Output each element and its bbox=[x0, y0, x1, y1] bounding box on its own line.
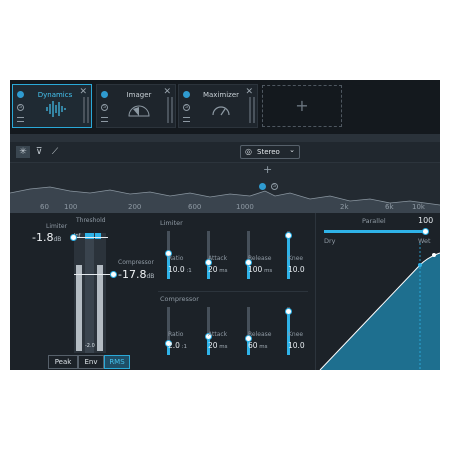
module-title: Dynamics bbox=[37, 91, 73, 99]
parallel-label: Parallel bbox=[362, 217, 386, 225]
limiter-knee-handle[interactable] bbox=[285, 232, 292, 239]
detection-peak-button[interactable]: Peak bbox=[48, 355, 78, 369]
compressor-threshold-handle[interactable] bbox=[110, 271, 117, 278]
compressor-release-value[interactable]: 60 ms bbox=[248, 341, 280, 350]
solo-icon[interactable]: S bbox=[183, 104, 190, 111]
band-power-icon[interactable] bbox=[259, 183, 266, 190]
limiter-threshold-value[interactable]: -1.8dB bbox=[32, 231, 61, 244]
compressor-attack-label: Attack bbox=[208, 331, 228, 338]
close-icon[interactable]: ✕ bbox=[79, 87, 87, 97]
stereo-mode-select[interactable]: ◎ Stereo ⌄ bbox=[240, 145, 300, 159]
compressor-ratio-value[interactable]: 2.0 :1 bbox=[168, 341, 200, 350]
limiter-ratio-value[interactable]: 10.0 :1 bbox=[168, 265, 200, 274]
mini-meter bbox=[171, 97, 173, 123]
parallel-slider-handle[interactable] bbox=[422, 228, 429, 235]
limiter-threshold-label: Limiter bbox=[46, 223, 68, 230]
limiter-threshold-line[interactable] bbox=[72, 237, 108, 238]
limiter-threshold-handle[interactable] bbox=[70, 234, 77, 241]
dynamics-plugin-window: S Dynamics ✕ S Imager ✕ S Maximizer ✕ + … bbox=[10, 80, 440, 370]
list-icon[interactable] bbox=[17, 117, 24, 122]
parallel-slider-fill bbox=[324, 230, 428, 233]
gauge-icon bbox=[212, 106, 230, 116]
module-title: Maximizer bbox=[202, 91, 240, 99]
stereo-select-value: Stereo bbox=[257, 148, 280, 156]
power-icon[interactable] bbox=[183, 91, 190, 98]
limiter-ratio-label: Ratio bbox=[168, 255, 184, 262]
freq-label: 600 bbox=[188, 203, 202, 211]
stereo-link-icon: ◎ bbox=[245, 147, 252, 156]
add-module-button[interactable]: + bbox=[262, 85, 342, 127]
section-divider bbox=[158, 291, 308, 292]
mini-meter bbox=[249, 97, 251, 123]
crossover-mode-icon[interactable]: ⟋ bbox=[48, 146, 62, 158]
freq-label: 6k bbox=[385, 203, 394, 211]
limiter-release-label: Release bbox=[248, 255, 272, 262]
gain-reduction-fill bbox=[95, 233, 101, 239]
meter-readout: -2.0 bbox=[85, 343, 95, 349]
mini-meter bbox=[83, 97, 85, 123]
close-icon[interactable]: ✕ bbox=[245, 87, 253, 97]
mini-meter bbox=[167, 97, 169, 123]
chevron-down-icon: ⌄ bbox=[289, 146, 295, 154]
compressor-threshold-value[interactable]: -17.8dB bbox=[118, 268, 154, 281]
list-icon[interactable] bbox=[183, 117, 190, 122]
filter-mode-icon[interactable]: ⊽ bbox=[32, 146, 46, 158]
compressor-ratio-label: Ratio bbox=[168, 331, 184, 338]
compressor-threshold-line[interactable] bbox=[74, 274, 114, 275]
module-title: Imager bbox=[126, 91, 152, 99]
threshold-label: Threshold bbox=[76, 217, 106, 224]
mini-meter bbox=[87, 97, 89, 123]
stereo-image-icon bbox=[128, 105, 150, 117]
limiter-section-title: Limiter bbox=[160, 219, 183, 227]
parallel-value[interactable]: 100 bbox=[418, 216, 433, 225]
divider bbox=[10, 134, 440, 142]
compressor-attack-value[interactable]: 20 ms bbox=[208, 341, 240, 350]
meter-bar-left bbox=[76, 265, 82, 351]
freq-label: 60 bbox=[40, 203, 49, 211]
close-icon[interactable]: ✕ bbox=[163, 87, 171, 97]
compressor-threshold-label: Compressor bbox=[118, 259, 154, 266]
freq-label: 200 bbox=[128, 203, 142, 211]
detection-rms-button[interactable]: RMS bbox=[104, 355, 130, 369]
compressor-knee-handle[interactable] bbox=[285, 308, 292, 315]
mini-meter bbox=[253, 97, 255, 123]
gain-reduction-fill bbox=[85, 233, 94, 239]
module-dynamics[interactable]: S Dynamics ✕ bbox=[12, 84, 92, 128]
gain-reduction-bar bbox=[85, 233, 94, 353]
limiter-knee-label: Knee bbox=[288, 255, 304, 262]
add-band-icon[interactable]: + bbox=[263, 163, 272, 176]
dynamics-controls: Threshold Limiter -1.8dB Compressor -17.… bbox=[10, 213, 440, 370]
freq-label: 100 bbox=[64, 203, 78, 211]
compressor-release-label: Release bbox=[248, 331, 272, 338]
spectrum-analyzer[interactable]: + S 60 100 200 600 1000 2k 6k 10k bbox=[10, 163, 440, 213]
freq-label: 1000 bbox=[236, 203, 254, 211]
limiter-attack-value[interactable]: 20 ms bbox=[208, 265, 240, 274]
compressor-section-title: Compressor bbox=[160, 295, 199, 303]
solo-icon[interactable]: S bbox=[101, 104, 108, 111]
list-icon[interactable] bbox=[101, 117, 108, 122]
band-mode-icon[interactable]: ✳ bbox=[16, 146, 30, 158]
meter-bar-right bbox=[97, 265, 103, 351]
power-icon[interactable] bbox=[17, 91, 24, 98]
compressor-knee-label: Knee bbox=[288, 331, 304, 338]
detection-env-button[interactable]: Env bbox=[78, 355, 104, 369]
limiter-release-value[interactable]: 100 ms bbox=[248, 265, 280, 274]
module-maximizer[interactable]: S Maximizer ✕ bbox=[178, 84, 258, 128]
transfer-curve bbox=[319, 243, 440, 370]
band-solo-icon[interactable]: S bbox=[271, 183, 278, 190]
freq-label: 10k bbox=[412, 203, 425, 211]
freq-label: 2k bbox=[340, 203, 349, 211]
module-chain: S Dynamics ✕ S Imager ✕ S Maximizer ✕ + bbox=[10, 80, 440, 134]
limiter-attack-label: Attack bbox=[208, 255, 228, 262]
module-imager[interactable]: S Imager ✕ bbox=[96, 84, 176, 128]
mode-toolbar: ✳ ⊽ ⟋ ◎ Stereo ⌄ bbox=[10, 142, 440, 163]
waveform-icon bbox=[46, 101, 66, 117]
solo-icon[interactable]: S bbox=[17, 104, 24, 111]
power-icon[interactable] bbox=[101, 91, 108, 98]
